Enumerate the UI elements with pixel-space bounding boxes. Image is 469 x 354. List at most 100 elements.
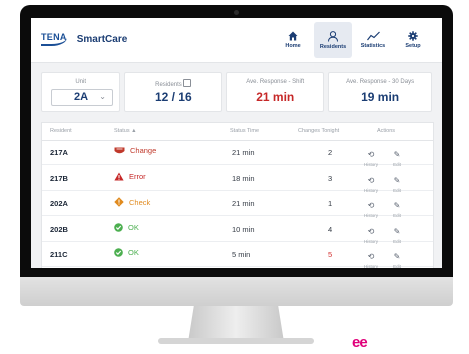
person-icon — [328, 30, 338, 42]
ok-check-icon — [114, 248, 123, 257]
nav-home[interactable]: Home — [274, 22, 312, 58]
history-icon: ⟲ — [367, 201, 375, 210]
status-text: Change — [130, 146, 157, 155]
status-time: 10 min — [232, 224, 255, 234]
home-icon — [288, 31, 298, 41]
pencil-icon: ✎ — [393, 226, 401, 236]
history-button[interactable]: ⟲ History — [362, 144, 380, 167]
status-time: 18 min — [232, 173, 255, 183]
top-bar: TENA SmartCare Home Residents Statistics… — [31, 18, 442, 63]
resident-id: 217A — [50, 148, 68, 157]
monitor-stand — [188, 306, 284, 342]
nav-statistics-label: Statistics — [360, 43, 386, 49]
unit-select[interactable]: 2A ⌄ — [51, 89, 113, 106]
status-cell: Check — [114, 197, 150, 207]
history-button[interactable]: ⟲ History — [362, 170, 380, 193]
history-icon: ⟲ — [367, 252, 375, 261]
status-cell: Change — [114, 146, 156, 155]
status-cell: Error — [114, 172, 146, 181]
warning-icon — [114, 172, 124, 181]
history-button[interactable]: ⟲ History — [362, 246, 380, 268]
history-icon: ⟲ — [367, 150, 375, 159]
status-time: 21 min — [232, 148, 255, 157]
status-text: Error — [129, 171, 146, 181]
stats-row: Unit 2A ⌄ Residents 12 / 16 Ave. Respons… — [41, 72, 433, 112]
changes-count: 5 — [328, 250, 333, 259]
unit-card: Unit 2A ⌄ — [41, 72, 121, 112]
status-text: Check — [129, 197, 151, 207]
pencil-icon: ✎ — [393, 201, 401, 210]
status-cell: OK — [114, 248, 139, 257]
shift-response-label: Ave. Response - Shift — [246, 79, 305, 85]
monitor-chin — [20, 277, 453, 306]
nav-setup[interactable]: Setup — [394, 22, 432, 58]
resident-id: 217B — [50, 173, 68, 183]
pencil-icon: ✎ — [393, 175, 401, 185]
history-label: History — [363, 264, 378, 268]
residents-value: 12 / 16 — [154, 90, 192, 104]
brand-logo: TENA — [41, 32, 67, 46]
unit-value: 2A — [74, 91, 89, 103]
table-row[interactable]: 211C OK 5 min 5 ⟲ History ✎ Edit — [42, 243, 433, 268]
table-row[interactable]: 217A Change 21 min 2 ⟲ History ✎ Edit — [42, 141, 433, 167]
residents-info-icon[interactable] — [183, 79, 192, 87]
app-logo[interactable]: TENA SmartCare — [41, 31, 127, 47]
history-button[interactable]: ⟲ History — [362, 221, 380, 244]
edit-button[interactable]: ✎ Edit — [388, 144, 406, 167]
monitor-foot — [158, 338, 314, 344]
history-icon: ⟲ — [367, 175, 375, 185]
changes-count: 4 — [328, 224, 333, 234]
resident-id: 202B — [50, 224, 68, 234]
edit-button[interactable]: ✎ Edit — [388, 170, 406, 193]
changes-count: 1 — [328, 199, 333, 208]
days-response-value: 19 min — [361, 90, 400, 104]
nav-statistics[interactable]: Statistics — [354, 22, 392, 58]
col-actions: Actions — [377, 128, 396, 134]
resident-id: 211C — [50, 250, 68, 259]
status-cell: OK — [114, 223, 139, 232]
pencil-icon: ✎ — [393, 150, 401, 159]
unit-label: Unit — [75, 79, 86, 85]
edit-label: Edit — [393, 264, 401, 268]
nav-residents-label: Residents — [319, 43, 347, 50]
days-response-card: Ave. Response - 30 Days 19 min — [328, 72, 433, 112]
status-time: 21 min — [232, 199, 255, 208]
shift-response-card: Ave. Response - Shift 21 min — [226, 72, 325, 112]
resident-id: 202A — [50, 199, 68, 208]
history-button[interactable]: ⟲ History — [362, 195, 380, 218]
status-text: OK — [128, 248, 139, 257]
status-time: 5 min — [232, 250, 251, 259]
days-response-label: Ave. Response - 30 Days — [346, 79, 415, 85]
residents-label: Residents — [125, 79, 221, 88]
nav-residents[interactable]: Residents — [314, 22, 352, 58]
diaper-icon — [114, 147, 125, 155]
history-icon: ⟲ — [367, 226, 375, 236]
app-screen: TENA SmartCare Home Residents Statistics… — [31, 18, 442, 268]
col-resident[interactable]: Resident — [50, 128, 72, 134]
shift-response-value: 21 min — [256, 90, 295, 104]
col-status[interactable]: Status ▲ — [114, 128, 137, 134]
camera-dot — [234, 10, 239, 15]
table-header: Resident Status ▲ Status Time Changes To… — [42, 123, 433, 141]
table-row[interactable]: 202B OK 10 min 4 ⟲ History ✎ Edit — [42, 218, 433, 244]
edit-button[interactable]: ✎ Edit — [388, 195, 406, 218]
col-changes[interactable]: Changes Tonight — [298, 128, 339, 134]
nav-setup-label: Setup — [405, 43, 421, 49]
vendor-logo: ee — [352, 334, 368, 351]
check-diamond-icon — [114, 197, 124, 207]
table-row[interactable]: 217B Error 18 min 3 ⟲ History ✎ Edit — [42, 167, 433, 193]
edit-button[interactable]: ✎ Edit — [388, 246, 406, 268]
app-name: SmartCare — [76, 33, 128, 45]
residents-table: Resident Status ▲ Status Time Changes To… — [41, 122, 434, 268]
nav-home-label: Home — [285, 43, 301, 49]
changes-count: 3 — [328, 173, 333, 183]
table-row[interactable]: 202A Check 21 min 1 ⟲ History ✎ Edit — [42, 192, 433, 218]
residents-card: Residents 12 / 16 — [124, 72, 223, 112]
col-status-time[interactable]: Status Time — [230, 128, 259, 134]
chevron-down-icon: ⌄ — [99, 92, 106, 101]
changes-count: 2 — [328, 148, 333, 157]
chart-icon — [366, 31, 380, 41]
status-text: OK — [128, 222, 139, 232]
edit-button[interactable]: ✎ Edit — [388, 221, 406, 244]
pencil-icon: ✎ — [393, 252, 401, 261]
